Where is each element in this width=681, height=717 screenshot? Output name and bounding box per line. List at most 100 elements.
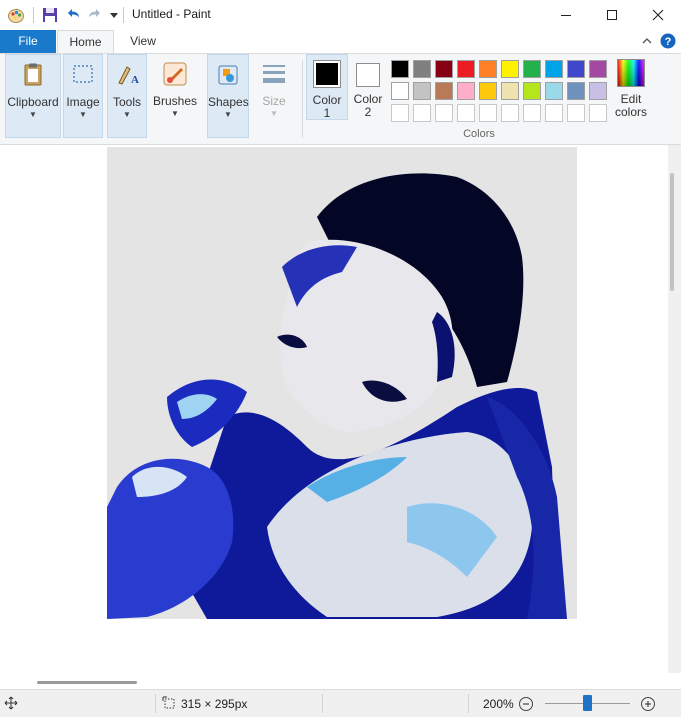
- shapes-label: Shapes: [208, 95, 249, 109]
- palette-color-swatch[interactable]: [457, 82, 475, 100]
- color1-swatch-frame: [313, 60, 341, 88]
- colors-group-label: Colors: [463, 128, 495, 140]
- palette-color-swatch[interactable]: [567, 60, 585, 78]
- brushes-chevron-down-icon: ▼: [171, 109, 179, 118]
- minimize-button[interactable]: [543, 0, 589, 30]
- tools-chevron-down-icon: ▼: [123, 110, 131, 119]
- image-size-icon: [162, 696, 176, 710]
- brush-icon: [163, 62, 187, 86]
- save-icon[interactable]: [41, 6, 59, 24]
- palette-color-swatch[interactable]: [391, 82, 409, 100]
- shapes-icon: [218, 65, 238, 85]
- palette-custom-color-slot[interactable]: [567, 104, 585, 122]
- size-button[interactable]: Size ▼: [252, 54, 296, 138]
- palette-color-swatch[interactable]: [567, 82, 585, 100]
- help-icon[interactable]: ?: [660, 33, 676, 49]
- image-chevron-down-icon: ▼: [79, 110, 87, 119]
- palette-color-swatch[interactable]: [391, 60, 409, 78]
- palette-custom-color-slot[interactable]: [523, 104, 541, 122]
- status-separator: [322, 694, 323, 713]
- size-label: Size: [262, 94, 286, 108]
- rainbow-gradient-icon: [617, 59, 645, 87]
- zoom-in-button[interactable]: [640, 696, 656, 712]
- undo-icon[interactable]: [64, 6, 82, 24]
- palette-color-swatch[interactable]: [479, 82, 497, 100]
- horizontal-scroll-thumb[interactable]: [37, 681, 137, 684]
- paint-app-icon[interactable]: [7, 6, 25, 24]
- edit-colors-label: Edit colors: [611, 93, 651, 119]
- maximize-button[interactable]: [589, 0, 635, 30]
- palette-color-swatch[interactable]: [457, 60, 475, 78]
- palette-custom-color-slot[interactable]: [589, 104, 607, 122]
- clipboard-button[interactable]: Clipboard ▼: [5, 54, 61, 138]
- zoom-percentage: 200%: [483, 697, 514, 711]
- palette-color-swatch[interactable]: [589, 60, 607, 78]
- color2-button[interactable]: Color 2: [348, 54, 388, 120]
- palette-custom-color-slot[interactable]: [413, 104, 431, 122]
- color2-swatch-frame: [356, 63, 380, 87]
- svg-text:?: ?: [665, 36, 672, 48]
- select-icon: [73, 65, 93, 83]
- redo-icon[interactable]: [86, 6, 104, 24]
- portrait-image: [107, 147, 577, 619]
- collapse-ribbon-chevron-icon[interactable]: [639, 33, 655, 49]
- image-button[interactable]: Image ▼: [63, 54, 103, 138]
- clipboard-chevron-down-icon: ▼: [29, 110, 37, 119]
- palette-color-swatch[interactable]: [523, 60, 541, 78]
- quick-access-separator: [33, 7, 34, 23]
- window-title: Untitled - Paint: [132, 7, 211, 21]
- title-separator: [123, 7, 124, 23]
- brushes-button[interactable]: Brushes ▼: [152, 54, 198, 138]
- clipboard-icon: [24, 63, 42, 86]
- status-separator: [468, 694, 469, 713]
- palette-custom-color-slot[interactable]: [545, 104, 563, 122]
- close-button[interactable]: [635, 0, 681, 30]
- vertical-scroll-thumb[interactable]: [670, 173, 674, 291]
- color2-label-line2: 2: [364, 105, 372, 119]
- palette-custom-color-slot[interactable]: [501, 104, 519, 122]
- palette-custom-color-slot[interactable]: [457, 104, 475, 122]
- cursor-position-icon: [4, 696, 18, 710]
- customize-quick-access-chevron-icon[interactable]: [105, 6, 123, 24]
- palette-color-swatch[interactable]: [413, 60, 431, 78]
- image-size-text: 315 × 295px: [181, 697, 248, 711]
- palette-custom-color-slot[interactable]: [391, 104, 409, 122]
- palette-color-swatch[interactable]: [589, 82, 607, 100]
- drawing-canvas[interactable]: [107, 147, 577, 619]
- palette-custom-color-slot[interactable]: [435, 104, 453, 122]
- color1-label: Color 1: [307, 94, 347, 120]
- tools-button[interactable]: A Tools ▼: [107, 54, 147, 138]
- tools-label: Tools: [112, 95, 141, 109]
- palette-custom-color-slot[interactable]: [479, 104, 497, 122]
- tab-file[interactable]: File: [0, 30, 56, 53]
- image-label: Image: [66, 95, 100, 109]
- palette-color-swatch[interactable]: [545, 60, 563, 78]
- zoom-slider-thumb[interactable]: [583, 695, 592, 711]
- tab-home[interactable]: Home: [57, 30, 114, 53]
- color1-label-line2: 1: [323, 106, 331, 120]
- shapes-chevron-down-icon: ▼: [224, 110, 232, 119]
- palette-color-swatch[interactable]: [545, 82, 563, 100]
- edit-colors-button[interactable]: Edit colors: [611, 54, 651, 120]
- palette-color-swatch[interactable]: [435, 60, 453, 78]
- palette-color-swatch[interactable]: [501, 60, 519, 78]
- clipboard-label: Clipboard: [7, 95, 59, 109]
- palette-color-swatch[interactable]: [435, 82, 453, 100]
- brushes-label: Brushes: [152, 94, 198, 108]
- palette-color-swatch[interactable]: [523, 82, 541, 100]
- title-bar: Untitled - Paint: [0, 0, 681, 30]
- tools-icon: A: [118, 66, 139, 86]
- size-lines-icon: [263, 65, 285, 83]
- palette-color-swatch[interactable]: [479, 60, 497, 78]
- size-chevron-down-icon: ▼: [270, 109, 278, 118]
- tab-view[interactable]: View: [118, 30, 168, 53]
- palette-color-swatch[interactable]: [413, 82, 431, 100]
- palette-color-swatch[interactable]: [501, 82, 519, 100]
- zoom-out-button[interactable]: [518, 696, 534, 712]
- svg-text:A: A: [131, 74, 139, 86]
- ribbon: Clipboard ▼ Image ▼ A Tools ▼ Brushes ▼: [0, 53, 681, 145]
- status-bar: 315 × 295px 200%: [0, 689, 681, 717]
- color1-button[interactable]: Color 1: [306, 54, 348, 120]
- edit-colors-label-line2: colors: [614, 105, 647, 119]
- shapes-button[interactable]: Shapes ▼: [207, 54, 249, 138]
